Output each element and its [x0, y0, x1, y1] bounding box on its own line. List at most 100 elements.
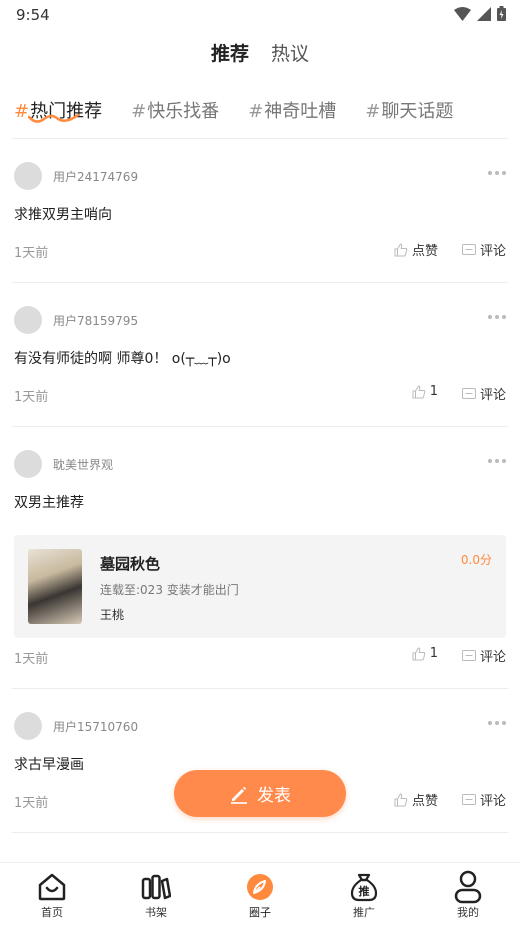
publish-button[interactable]: 发表: [174, 770, 346, 817]
comment-button[interactable]: 评论: [461, 790, 506, 809]
profile-icon: [453, 870, 483, 904]
nav-label: 我的: [457, 906, 479, 919]
status-time: 9:54: [16, 6, 50, 24]
publish-label: 发表: [257, 786, 291, 806]
comment-button[interactable]: 评论: [461, 240, 506, 259]
status-bar: 9:54: [0, 0, 520, 30]
divider: [12, 138, 508, 139]
hash-icon: #: [131, 101, 147, 122]
post-text: 求古早漫画: [14, 757, 84, 773]
comment-label: 评论: [479, 794, 506, 809]
avatar[interactable]: [14, 306, 42, 334]
post-text: 求推双男主哨向: [14, 207, 112, 223]
avatar[interactable]: [14, 162, 42, 190]
more-options-icon[interactable]: [488, 459, 506, 463]
username[interactable]: 用户24174769: [53, 168, 138, 185]
status-icons: [454, 6, 506, 21]
nav-home[interactable]: 首页: [0, 863, 104, 926]
nav-label: 推广: [353, 906, 375, 919]
comment-icon: [461, 243, 476, 255]
like-button[interactable]: 1: [412, 646, 438, 661]
topic-tab-chat-topics[interactable]: #聊天话题: [365, 97, 453, 125]
divider: [12, 426, 508, 427]
comment-label: 评论: [479, 650, 506, 665]
topic-tab-amazing-roast[interactable]: #神奇吐槽: [248, 97, 336, 125]
topic-tabs: #热门推荐 #快乐找番 #神奇吐槽 #聊天话题: [14, 97, 520, 125]
like-button[interactable]: 点赞: [394, 240, 438, 259]
like-label: 点赞: [411, 244, 438, 259]
book-card[interactable]: 墓园秋色 0.0分 连载至:023 变装才能出门 王桃: [14, 535, 506, 638]
divider: [12, 688, 508, 689]
more-options-icon[interactable]: [488, 171, 506, 175]
nav-circle[interactable]: 圈子: [208, 863, 312, 926]
more-options-icon[interactable]: [488, 315, 506, 319]
battery-icon: [497, 6, 506, 21]
nav-profile[interactable]: 我的: [416, 863, 520, 926]
bookshelf-icon: [141, 871, 171, 903]
nav-label: 圈子: [249, 906, 271, 919]
post-card[interactable]: 用户78159795 有没有师徒的啊 师尊0！ o(┬﹏┬)o 1天前 1 评论: [0, 306, 520, 406]
like-count: 1: [429, 646, 438, 661]
book-chapter: 连载至:023 变装才能出门: [100, 583, 239, 597]
home-icon: [37, 871, 67, 903]
avatar[interactable]: [14, 712, 42, 740]
post-text: 有没有师徒的啊 师尊0！ o(┬﹏┬)o: [14, 351, 231, 367]
topic-tab-happy-find[interactable]: #快乐找番: [131, 97, 219, 125]
thumbs-up-icon: [394, 792, 408, 806]
post-card[interactable]: 耽美世界观 双男主推荐 墓园秋色 0.0分 连载至:023 变装才能出门 王桃 …: [0, 450, 520, 670]
post-time: 1天前: [14, 246, 49, 261]
comment-label: 评论: [479, 244, 506, 259]
thumbs-up-icon: [394, 242, 408, 256]
post-header: 耽美世界观: [14, 450, 113, 478]
nav-label: 书架: [145, 906, 167, 919]
book-score: 0.0分: [460, 553, 492, 567]
post-footer: 1天前 1 评论: [14, 646, 506, 667]
tab-hot-discussion-label: 热议: [271, 43, 310, 65]
top-tabs: 推荐 热议: [0, 40, 520, 70]
topic-tab-label: 快乐找番: [147, 101, 220, 122]
comment-icon: [461, 793, 476, 805]
tab-recommend[interactable]: 推荐: [210, 40, 249, 70]
comment-icon: [461, 387, 476, 399]
post-header: 用户15710760: [14, 712, 138, 740]
post-time: 1天前: [14, 390, 49, 405]
bottom-nav: 首页 书架 圈子 推 推广 我的: [0, 862, 520, 926]
more-options-icon[interactable]: [488, 721, 506, 725]
promote-bag-icon: 推: [349, 871, 379, 903]
signal-icon: [477, 6, 491, 21]
post-text: 双男主推荐: [14, 495, 84, 511]
post-time: 1天前: [14, 796, 49, 811]
username[interactable]: 耽美世界观: [53, 456, 113, 473]
hash-icon: #: [248, 101, 264, 122]
hash-icon: #: [365, 101, 381, 122]
wifi-icon: [454, 6, 471, 21]
circle-icon: [246, 871, 274, 903]
nav-promote[interactable]: 推 推广: [312, 863, 416, 926]
username[interactable]: 用户78159795: [53, 312, 138, 329]
nav-bookshelf[interactable]: 书架: [104, 863, 208, 926]
comment-button[interactable]: 评论: [461, 384, 506, 403]
book-author: 王桃: [100, 608, 125, 622]
promote-glyph: 推: [358, 885, 370, 898]
like-button[interactable]: 1: [412, 384, 438, 399]
thumbs-up-icon: [412, 384, 425, 398]
comment-label: 评论: [479, 388, 506, 403]
username[interactable]: 用户15710760: [53, 718, 138, 735]
topic-tab-label: 神奇吐槽: [264, 101, 337, 122]
post-card[interactable]: 用户24174769 求推双男主哨向 1天前 点赞 评论: [0, 162, 520, 262]
thumbs-up-icon: [412, 646, 425, 660]
like-label: 点赞: [411, 794, 438, 809]
nav-label: 首页: [41, 906, 63, 919]
tab-recommend-label: 推荐: [210, 43, 249, 65]
divider: [12, 832, 508, 833]
like-button[interactable]: 点赞: [394, 790, 438, 809]
topic-tab-hot-recommend[interactable]: #热门推荐: [14, 97, 102, 125]
tab-hot-discussion[interactable]: 热议: [271, 40, 309, 70]
pen-icon: [231, 786, 247, 804]
post-time: 1天前: [14, 652, 49, 667]
like-count: 1: [429, 384, 438, 399]
post-header: 用户24174769: [14, 162, 138, 190]
comment-button[interactable]: 评论: [461, 646, 506, 665]
avatar[interactable]: [14, 450, 42, 478]
wave-underline-icon: [28, 113, 80, 123]
